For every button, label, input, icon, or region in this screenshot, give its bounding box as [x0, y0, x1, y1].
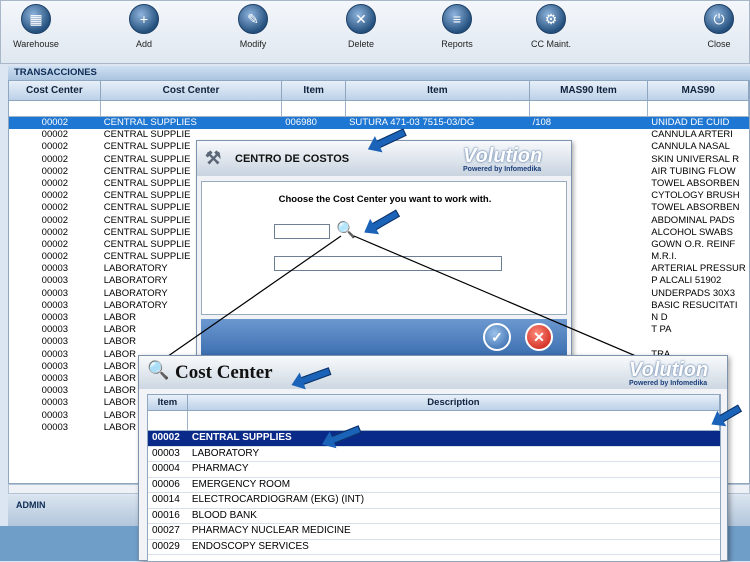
logo-text: Volution — [629, 359, 709, 381]
item-description: EMERGENCY ROOM — [191, 478, 291, 490]
item-code: 00002 — [152, 432, 180, 443]
list-header: Item Description — [148, 395, 720, 411]
item-code: 00004 — [152, 463, 180, 474]
lookup-titlebar: 🔍 Cost Center Volution Powered by Infomed… — [139, 356, 727, 389]
item-description: CENTRAL SUPPLIES — [191, 432, 292, 443]
item-code: 00016 — [152, 509, 180, 521]
search-icon: 🔍 — [147, 360, 170, 380]
list-filter-row — [148, 411, 720, 431]
item-code: 00003 — [152, 447, 180, 459]
item-code: 00029 — [152, 540, 180, 552]
item-description: PHARMACY — [191, 463, 249, 474]
item-description: ELECTROCARDIOGRAM (EKG) (INT) — [191, 494, 365, 505]
list-item[interactable]: 00004 PHARMACY — [148, 462, 720, 478]
item-code: 00027 — [152, 525, 180, 536]
list-body: 00002 CENTRAL SUPPLIES 00003 LABORATORY 0000… — [148, 431, 720, 555]
col-header-item[interactable]: Item — [148, 395, 188, 410]
list-item[interactable]: 00029 ENDOSCOPY SERVICES — [148, 540, 720, 555]
list-item[interactable]: 00014 ELECTROCARDIOGRAM (EKG) (INT) — [148, 493, 720, 509]
item-description: BLOOD BANK — [191, 509, 257, 521]
list-item[interactable]: 00016 BLOOD BANK — [148, 509, 720, 524]
filter-description-input[interactable] — [188, 411, 720, 430]
item-description: LABORATORY — [191, 447, 260, 459]
list-item[interactable]: 00006 EMERGENCY ROOM — [148, 478, 720, 493]
lookup-title: Cost Center — [175, 362, 273, 383]
list-item[interactable]: 00003 LABORATORY — [148, 447, 720, 462]
item-description: ENDOSCOPY SERVICES — [191, 540, 309, 552]
evolution-logo: Volution Powered by Infomedika — [629, 359, 708, 387]
cost-center-lookup-dialog: 🔍 Cost Center Volution Powered by Infomed… — [138, 355, 728, 562]
col-header-description[interactable]: Description — [188, 395, 720, 410]
filter-item-input[interactable] — [148, 411, 188, 430]
item-description: PHARMACY NUCLEAR MEDICINE — [191, 525, 351, 536]
item-code: 00006 — [152, 478, 180, 490]
list-item[interactable]: 00002 CENTRAL SUPPLIES — [148, 431, 720, 447]
cost-center-list[interactable]: Item Description 00002 CENTRAL SUPPLIES 00… — [147, 394, 721, 562]
logo-subtitle: Powered by Infomedika — [629, 380, 708, 387]
list-item[interactable]: 00027 PHARMACY NUCLEAR MEDICINE — [148, 524, 720, 540]
item-code: 00014 — [152, 494, 180, 505]
